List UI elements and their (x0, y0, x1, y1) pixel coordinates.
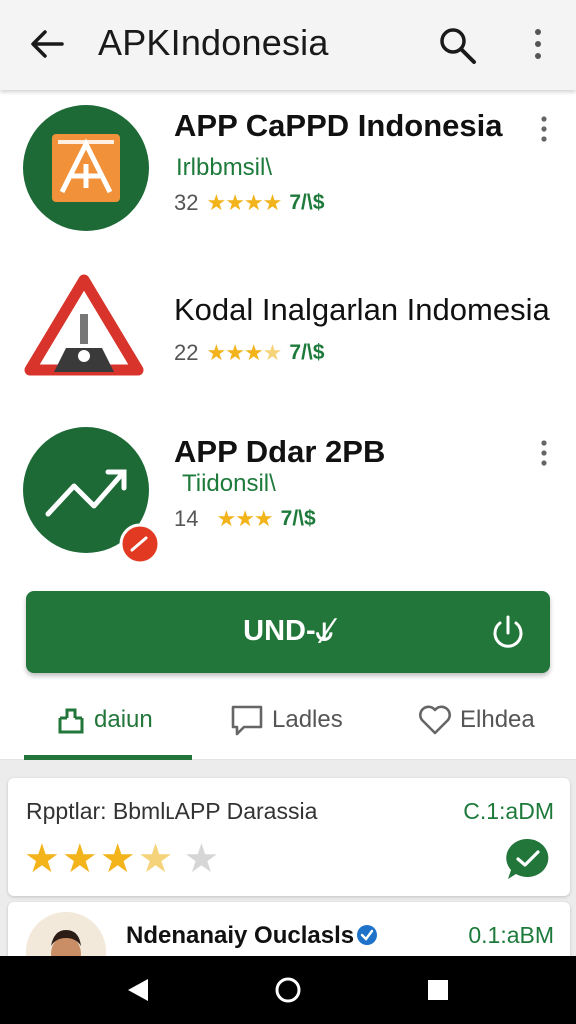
arrow-back-icon[interactable] (26, 24, 66, 64)
rating-row: 32 ★★★★ 7/\$ (174, 190, 324, 216)
rating-stars: ★★★ (216, 506, 273, 531)
review-card[interactable]: Rpptlar: BbmlʟAPP Darassia C.1:aDM ★★★★ ★ (8, 778, 570, 896)
app-bar: APKIndonesia (0, 0, 576, 90)
nav-back-icon[interactable] (124, 976, 152, 1004)
green-chart-app-icon (23, 427, 161, 565)
rating-row: 22 ★★★★ 7/\$ (174, 340, 324, 366)
power-icon (493, 615, 523, 648)
orange-a-app-icon (23, 105, 149, 231)
rating-stars: ★★★★ (206, 190, 282, 215)
verified-badge-icon (357, 925, 378, 945)
tab-label: daiun (94, 706, 153, 733)
red-triangle-app-icon (24, 274, 144, 376)
more-vert-icon[interactable] (526, 24, 550, 68)
more-vert-icon[interactable] (534, 438, 554, 470)
app-price: 7/\$ (280, 507, 316, 530)
tab-label: Ladles (272, 706, 343, 733)
app-name: Kodal Inalgarlan Indomesia (174, 292, 550, 327)
app-name: APP Ddar 2PB (174, 434, 386, 469)
install-button-label: UND-⫝̸ (243, 615, 333, 647)
more-vert-icon[interactable] (534, 114, 554, 146)
install-button[interactable]: UND-⫝̸ (26, 591, 550, 673)
review-time: 0.1:aBM (468, 922, 554, 948)
rating-count: 22 (174, 340, 199, 365)
app-name: APP CaPPD Indonesia (174, 108, 503, 143)
tab-ladles[interactable]: Ladles (230, 704, 343, 736)
tab-daiun[interactable]: daiun (56, 704, 153, 736)
heart-icon (419, 705, 451, 735)
tab-bar: daiun Ladles Elhdea (0, 690, 576, 760)
app-price: 7/\$ (289, 191, 325, 214)
share-icon (58, 708, 84, 734)
rating-count: 32 (174, 190, 199, 215)
screen: APKIndonesia APP CaPPD Indonesia Irlbbms… (0, 0, 576, 1024)
nav-home-icon[interactable] (274, 976, 302, 1004)
rating-count: 14 (174, 506, 199, 531)
tab-elhdea[interactable]: Elhdea (418, 704, 535, 736)
app-list-item[interactable]: APP Ddar 2PB Tiidonsil\ 14 ★★★ 7/\$ (0, 426, 576, 576)
review-time: C.1:aDM (463, 798, 554, 824)
app-list-item[interactable]: Kodal Inalgarlan Indomesia 22 ★★★★ 7/\$ (0, 268, 576, 408)
rating-row: 14 ★★★ 7/\$ (174, 506, 316, 532)
tab-label: Elhdea (460, 706, 535, 733)
reviewer-name: Ndenanaiy Ouclasls (126, 922, 378, 950)
review-title: Rpptlar: BbmlʟAPP Darassia (26, 798, 318, 824)
comment-icon (231, 705, 263, 736)
nav-recents-icon[interactable] (424, 976, 452, 1004)
system-nav-bar (0, 956, 576, 1024)
review-stars: ★★★★ ★ (24, 837, 222, 881)
chat-bubble-icon[interactable] (504, 836, 552, 882)
app-bar-title: APKIndonesia (98, 22, 329, 63)
rating-stars: ★★★★ (206, 340, 282, 365)
app-developer: Tiidonsil\ (182, 470, 276, 497)
app-developer: Irlbbmsil\ (176, 154, 273, 181)
search-icon[interactable] (436, 24, 480, 68)
app-price: 7/\$ (289, 341, 325, 364)
app-list-item[interactable]: APP CaPPD Indonesia Irlbbmsil\ 32 ★★★★ 7… (0, 100, 576, 240)
